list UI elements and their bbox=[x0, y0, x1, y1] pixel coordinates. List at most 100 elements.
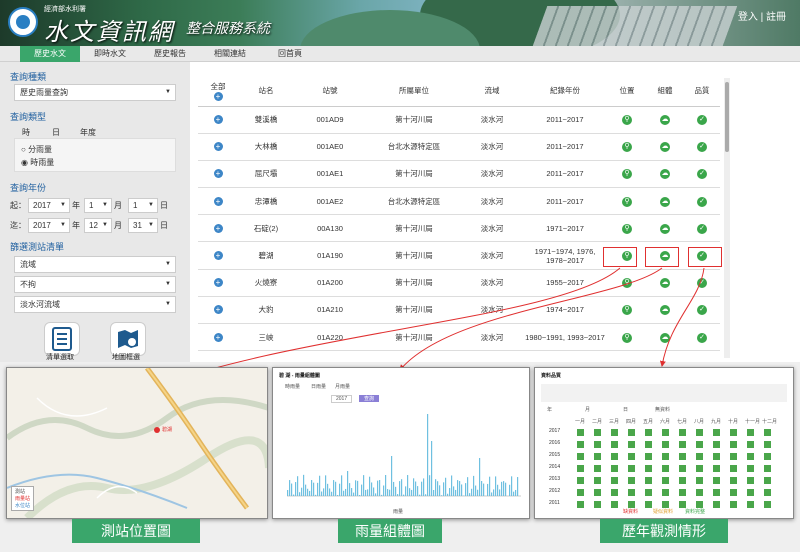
quality-cell[interactable] bbox=[747, 441, 754, 448]
quality-cell[interactable] bbox=[577, 465, 584, 472]
quality-cell[interactable] bbox=[730, 441, 737, 448]
rain-bar bbox=[289, 480, 291, 496]
quality-cell[interactable] bbox=[645, 453, 652, 460]
quality-cell[interactable] bbox=[696, 489, 703, 496]
quality-cell[interactable] bbox=[713, 477, 720, 484]
rain-bar bbox=[295, 482, 297, 496]
quality-cell[interactable] bbox=[713, 453, 720, 460]
quality-cell[interactable] bbox=[764, 429, 771, 436]
quality-cell[interactable] bbox=[730, 489, 737, 496]
quality-cell[interactable] bbox=[679, 489, 686, 496]
rain-tab-day[interactable]: 日雨量 bbox=[311, 383, 326, 390]
quality-cell[interactable] bbox=[730, 465, 737, 472]
years-tab-month[interactable]: 月 bbox=[585, 406, 590, 413]
quality-cell[interactable] bbox=[679, 429, 686, 436]
quality-cell[interactable] bbox=[611, 501, 618, 508]
quality-cell[interactable] bbox=[696, 429, 703, 436]
quality-cell[interactable] bbox=[764, 489, 771, 496]
quality-cell[interactable] bbox=[628, 477, 635, 484]
quality-cell[interactable] bbox=[611, 429, 618, 436]
quality-cell[interactable] bbox=[730, 477, 737, 484]
quality-cell[interactable] bbox=[628, 453, 635, 460]
quality-cell[interactable] bbox=[594, 453, 601, 460]
years-tab-year[interactable]: 年 bbox=[547, 406, 552, 413]
quality-cell[interactable] bbox=[747, 453, 754, 460]
station-map[interactable]: 碧湖 測站 雨量站 水位站 bbox=[7, 368, 267, 518]
quality-cell[interactable] bbox=[662, 429, 669, 436]
quality-cell[interactable] bbox=[611, 453, 618, 460]
years-tab-nodata[interactable]: 無資料 bbox=[655, 406, 670, 413]
quality-cell[interactable] bbox=[713, 429, 720, 436]
quality-cell[interactable] bbox=[628, 429, 635, 436]
quality-cell[interactable] bbox=[747, 477, 754, 484]
quality-cell[interactable] bbox=[645, 429, 652, 436]
quality-cell[interactable] bbox=[679, 501, 686, 508]
quality-cell[interactable] bbox=[628, 501, 635, 508]
quality-cell[interactable] bbox=[679, 453, 686, 460]
rain-bar bbox=[481, 481, 483, 496]
quality-cell[interactable] bbox=[696, 465, 703, 472]
rain-bar bbox=[487, 483, 489, 496]
quality-cell[interactable] bbox=[662, 489, 669, 496]
quality-cell[interactable] bbox=[645, 465, 652, 472]
quality-cell[interactable] bbox=[611, 489, 618, 496]
quality-cell[interactable] bbox=[662, 501, 669, 508]
quality-cell[interactable] bbox=[628, 465, 635, 472]
quality-cell[interactable] bbox=[594, 441, 601, 448]
quality-cell[interactable] bbox=[764, 465, 771, 472]
rain-query-button[interactable]: 查詢 bbox=[359, 395, 380, 402]
rain-bar bbox=[347, 471, 349, 496]
quality-cell[interactable] bbox=[764, 477, 771, 484]
quality-cell[interactable] bbox=[577, 477, 584, 484]
quality-cell[interactable] bbox=[730, 453, 737, 460]
quality-cell[interactable] bbox=[645, 477, 652, 484]
quality-cell[interactable] bbox=[679, 441, 686, 448]
quality-cell[interactable] bbox=[594, 429, 601, 436]
quality-cell[interactable] bbox=[577, 453, 584, 460]
quality-cell[interactable] bbox=[696, 477, 703, 484]
quality-cell[interactable] bbox=[611, 465, 618, 472]
quality-cell[interactable] bbox=[662, 465, 669, 472]
years-tab-day[interactable]: 日 bbox=[623, 406, 628, 413]
quality-cell[interactable] bbox=[662, 453, 669, 460]
quality-cell[interactable] bbox=[628, 441, 635, 448]
rain-tab-hour[interactable]: 時雨量 bbox=[285, 383, 300, 390]
quality-cell[interactable] bbox=[747, 489, 754, 496]
quality-cell[interactable] bbox=[713, 441, 720, 448]
rain-year-select[interactable]: 2017 bbox=[331, 395, 353, 403]
quality-cell[interactable] bbox=[577, 441, 584, 448]
quality-cell[interactable] bbox=[730, 429, 737, 436]
quality-cell[interactable] bbox=[679, 465, 686, 472]
quality-cell[interactable] bbox=[594, 489, 601, 496]
quality-cell[interactable] bbox=[764, 453, 771, 460]
quality-cell[interactable] bbox=[764, 441, 771, 448]
rain-tab-month[interactable]: 月雨量 bbox=[335, 383, 350, 390]
quality-cell[interactable] bbox=[764, 501, 771, 508]
quality-cell[interactable] bbox=[696, 453, 703, 460]
quality-cell[interactable] bbox=[645, 441, 652, 448]
quality-cell[interactable] bbox=[747, 429, 754, 436]
quality-cell[interactable] bbox=[713, 489, 720, 496]
quality-cell[interactable] bbox=[594, 477, 601, 484]
quality-cell[interactable] bbox=[679, 477, 686, 484]
quality-cell[interactable] bbox=[577, 489, 584, 496]
quality-cell[interactable] bbox=[628, 489, 635, 496]
quality-cell[interactable] bbox=[747, 465, 754, 472]
quality-cell[interactable] bbox=[594, 465, 601, 472]
quality-cell[interactable] bbox=[662, 477, 669, 484]
quality-cell[interactable] bbox=[747, 501, 754, 508]
quality-cell[interactable] bbox=[713, 465, 720, 472]
quality-cell[interactable] bbox=[577, 501, 584, 508]
quality-cell[interactable] bbox=[713, 501, 720, 508]
quality-cell[interactable] bbox=[577, 429, 584, 436]
quality-cell[interactable] bbox=[662, 441, 669, 448]
quality-cell[interactable] bbox=[594, 501, 601, 508]
quality-cell[interactable] bbox=[611, 477, 618, 484]
quality-cell[interactable] bbox=[730, 501, 737, 508]
rain-bar bbox=[353, 492, 355, 496]
quality-cell[interactable] bbox=[696, 501, 703, 508]
quality-cell[interactable] bbox=[696, 441, 703, 448]
quality-cell[interactable] bbox=[645, 489, 652, 496]
quality-cell[interactable] bbox=[611, 441, 618, 448]
quality-cell[interactable] bbox=[645, 501, 652, 508]
